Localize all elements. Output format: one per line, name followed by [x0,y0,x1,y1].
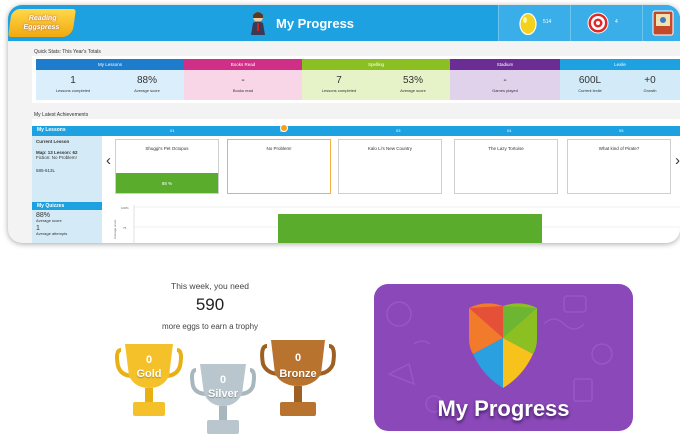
bronze-label: Bronze [279,368,317,380]
top-bar: Reading Eggspress My Progress 514 4 [8,5,680,41]
book-button[interactable] [642,5,680,41]
eggs-needed: 590 [195,295,225,314]
quick-stats-label: Quick Stats: This Year's Totals [34,49,101,55]
stat-value: +0 [644,75,656,86]
quick-stat-lessons[interactable]: My Lessons 1 Lessons completed 88% Average… [36,59,184,100]
stat-label: Lessons completed [55,88,91,93]
silver-trophy: 0 Silver [190,362,256,434]
bronze-count: 0 [294,352,302,364]
golden-egg-icon [519,12,537,35]
lesson-card[interactable]: Kalo Li's New Country [338,139,442,194]
logo-text: Reading Eggspress [22,15,60,31]
y-axis-label: Average score [113,219,117,239]
lesson-card[interactable]: The Lazy Tortoise [454,139,558,194]
quick-stat-stadium[interactable]: Stadium - Games played [450,59,560,100]
achievements-panel: My Lessons 01 02 03 04 05 Current Lesson… [32,119,680,243]
previous-arrow-button[interactable]: ‹ [106,152,111,169]
my-progress-banner: My Progress [374,284,633,431]
lessons-header: My Lessons 01 02 03 04 05 [32,124,680,136]
lesson-card[interactable]: What kind of Pirate? [567,139,671,194]
stat-label: Current lexile [578,88,602,93]
stat-label: Average score [134,88,160,93]
eggs-counter[interactable]: 514 [498,5,570,41]
current-position-marker [280,124,288,132]
lesson-card-title: The Lazy Tortoise [488,146,524,151]
column-number: 04 [507,128,512,133]
eggs-count: 514 [543,19,552,25]
shield-icon [469,303,537,388]
gold-trophy: 0 Gold [115,342,183,420]
lesson-card[interactable]: Shuggi's Pet Octopus 88 % [115,139,219,194]
book-icon [652,10,674,36]
current-lesson-lexile: 585-613L [36,167,56,173]
lesson-card-title: Kalo Li's New Country [367,146,413,151]
lesson-card-current[interactable]: No Problem! [227,139,331,194]
next-arrow-button[interactable]: › [675,152,680,169]
quick-stat-books[interactable]: Books Read - Books read [184,59,302,100]
lesson-card-title: What kind of Pirate? [598,146,640,151]
trophy-message: This week, you need 590 more eggs to ear… [120,281,300,331]
column-number: 03 [396,128,401,133]
stat-value: 88% [136,75,157,86]
stat-label: Books read [232,88,254,93]
progress-screenshot: Reading Eggspress My Progress 514 4 Quic… [8,5,680,243]
stat-value: - [503,75,507,86]
quick-stat-spelling[interactable]: Spelling 7 Lessons completed 53% Average s… [302,59,450,100]
targets-counter[interactable]: 4 [570,5,642,41]
stat-label: Lessons completed [321,88,357,93]
gold-label: Gold [136,368,162,380]
stat-value: 1 [70,75,76,86]
quiz-chart: 100% 75 Average score [113,205,680,243]
y-tick-label: 75 [123,226,127,230]
target-icon [587,12,609,34]
quick-stat-header: Stadium [450,59,560,70]
avatar-icon [251,12,265,35]
app-logo[interactable]: Reading Eggspress [8,9,76,37]
lesson-card-title: No Problem! [266,146,292,151]
stat-label: Average score [400,88,426,93]
banner-title: My Progress [437,396,570,421]
stat-label: Growth [643,88,657,93]
current-lesson-fiction: Fiction: No Problem! [36,155,77,160]
week-line: This week, you need [171,281,249,291]
quick-stat-header: Lexile [560,59,680,70]
stat-value: 600L [578,75,602,86]
quick-stat-header: My Lessons [36,59,184,70]
column-number: 05 [619,128,624,133]
quick-stat-header: Books Read [184,59,302,70]
current-lesson-box: Current Lesson Map: 13 Lesson: 62 Fictio… [32,136,102,207]
stat-value: 7 [336,75,342,86]
lesson-score-bar: 88 % [116,173,218,193]
targets-count: 4 [615,19,618,25]
quick-stat-lexile[interactable]: Lexile 600L Current lexile +0 Growth [560,59,680,100]
column-number: 01 [170,128,175,133]
y-tick-label: 100% [121,206,129,210]
gold-count: 0 [145,354,153,366]
page-title: My Progress [276,15,355,31]
silver-count: 0 [219,374,227,386]
quizzes-summary: 88% Average score 1 Average attempts [32,210,102,243]
stat-value: 53% [402,75,423,86]
achievements-label: My Latest Achievements [34,112,89,118]
quiz-attempts-label: Average attempts [36,231,68,236]
stat-value: - [241,75,245,86]
quick-stat-header: Spelling [302,59,450,70]
current-lesson-heading: Current Lesson [36,139,70,144]
lesson-card-title: Shuggi's Pet Octopus [145,146,189,151]
more-eggs-line: more eggs to earn a trophy [161,322,259,331]
bronze-trophy: 0 Bronze [260,338,336,420]
quick-stats-panel: My Lessons 1 Lessons completed 88% Average… [32,56,680,103]
lessons-title: My Lessons [37,127,66,133]
quiz-average-score-label: Average score [36,218,62,223]
quiz-score-bar [278,214,542,243]
stat-label: Games played [492,88,518,93]
quizzes-header: My Quizzes [32,202,102,210]
silver-label: Silver [208,388,238,400]
